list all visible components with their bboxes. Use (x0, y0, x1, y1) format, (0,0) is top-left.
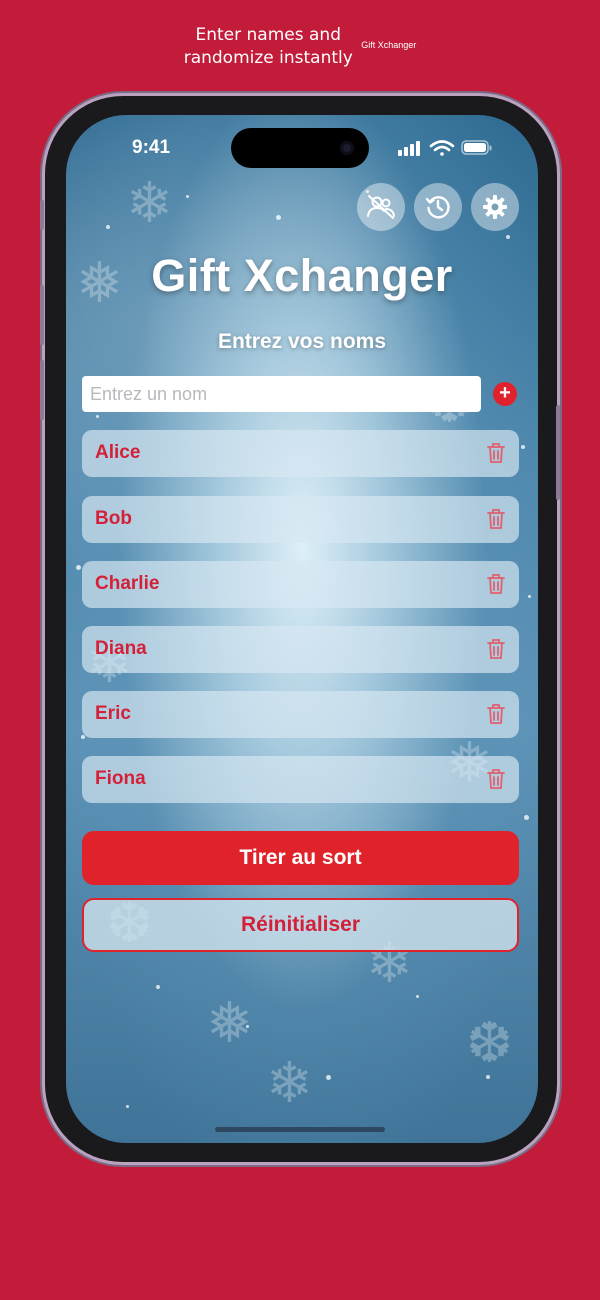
participant-name: Fiona (95, 768, 146, 789)
snow-dot (506, 235, 510, 239)
snow-dot (106, 225, 110, 229)
participant-row: Bob (82, 496, 519, 543)
promo-app-name: Gift Xchanger (361, 40, 417, 50)
settings-button[interactable] (471, 183, 519, 231)
snow-dot (276, 215, 281, 220)
history-icon (425, 196, 450, 219)
participant-name: Bob (95, 508, 132, 529)
promo-headline-line1: Enter names and (195, 25, 342, 45)
snow-dot (524, 815, 529, 820)
app-title: Gift Xchanger (151, 250, 453, 301)
reset-button-label: Réinitialiser (240, 913, 361, 936)
snow-dot (156, 985, 160, 989)
status-icons (398, 138, 494, 163)
participant-name: Eric (95, 703, 131, 724)
trash-icon[interactable] (487, 442, 505, 464)
snow-dot (326, 1075, 331, 1080)
snow-dot (126, 1105, 129, 1108)
snowflake-decoration: ❅ (206, 991, 253, 1054)
participant-row: Eric (82, 691, 519, 738)
participant-name: Alice (95, 442, 141, 463)
snow-dot (76, 565, 81, 570)
draw-button-label: Tirer au sort (239, 846, 362, 869)
promo-headline: Enter names and randomize instantly (184, 24, 353, 70)
reset-button[interactable]: Réinitialiser (82, 898, 519, 952)
history-button[interactable] (414, 183, 462, 231)
exclusions-button[interactable] (357, 183, 405, 231)
wifi-icon (429, 140, 455, 156)
snow-dot (521, 445, 525, 449)
trash-icon[interactable] (487, 508, 505, 530)
cellular-signal-icon (398, 141, 420, 156)
snowflake-decoration: ❄ (266, 1051, 313, 1114)
snow-dot (81, 735, 85, 739)
promo-headline-line2: randomize instantly (183, 48, 353, 68)
status-time: 9:41 (132, 137, 171, 158)
volume-up-button (40, 285, 44, 345)
promo-header: Enter names and randomize instantly Gift… (0, 24, 600, 70)
name-input[interactable] (82, 376, 481, 412)
trash-icon[interactable] (487, 703, 505, 725)
snow-dot (96, 415, 99, 418)
power-button (556, 405, 560, 500)
home-indicator (215, 1127, 385, 1132)
battery-icon (461, 140, 492, 155)
snowflake-decoration: ❄ (126, 171, 173, 234)
add-name-button[interactable]: + (493, 382, 517, 406)
exclusions-icon (367, 195, 395, 219)
trash-icon[interactable] (487, 768, 505, 790)
settings-icon (483, 195, 507, 219)
participant-row: Alice (82, 430, 519, 477)
participant-row: Fiona (82, 756, 519, 803)
draw-button[interactable]: Tirer au sort (82, 831, 519, 885)
trash-icon[interactable] (487, 573, 505, 595)
trash-icon[interactable] (487, 638, 505, 660)
participant-row: Charlie (82, 561, 519, 608)
snow-dot (486, 1075, 490, 1079)
participant-row: Diana (82, 626, 519, 673)
snow-dot (186, 195, 189, 198)
participant-name: Diana (95, 638, 147, 659)
snowflake-decoration: ❆ (466, 1011, 513, 1074)
participant-name: Charlie (95, 573, 160, 594)
snow-dot (246, 1025, 249, 1028)
app-subtitle: Entrez vos noms (217, 330, 387, 353)
snow-dot (528, 595, 531, 598)
snow-dot (416, 995, 419, 998)
plus-icon: + (499, 382, 511, 404)
front-camera (340, 141, 354, 155)
volume-down-button (40, 360, 44, 420)
action-button (40, 200, 44, 230)
